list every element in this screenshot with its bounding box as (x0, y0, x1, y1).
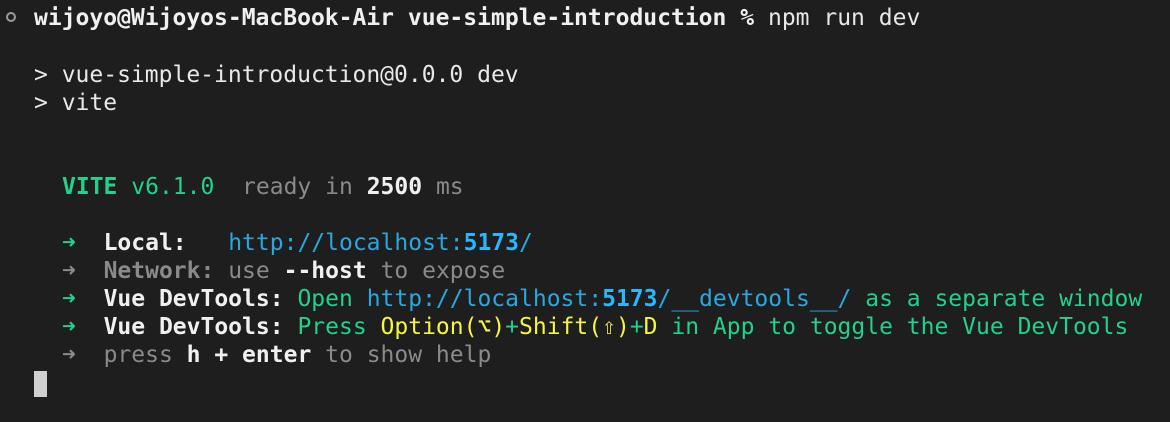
devtools-key-d: D (643, 314, 658, 340)
prompt-symbol: % (740, 5, 755, 31)
vite-version: v6.1.0 (131, 174, 215, 200)
help-keys: h + enter (186, 342, 312, 368)
vite-ready-ms: 2500 (366, 174, 423, 200)
prompt-command: npm run dev (767, 5, 921, 31)
prompt-user-host: wijoyo@Wijoyos-MacBook-Air (34, 5, 395, 31)
help-line: ➜ press h + enter to show help (62, 341, 491, 369)
arrow-icon: ➜ (62, 258, 76, 284)
arrow-icon: ➜ (62, 286, 76, 312)
prompt-status-icon (6, 12, 16, 22)
devtools-label: Vue DevTools: (103, 286, 284, 312)
network-text-2: to expose (380, 258, 506, 284)
vite-ms-unit: ms (435, 174, 464, 200)
prompt-line: wijoyo@Wijoyos-MacBook-Air vue-simple-in… (34, 4, 920, 32)
local-label: Local: (103, 230, 187, 256)
terminal-window[interactable]: wijoyo@Wijoyos-MacBook-Air vue-simple-in… (0, 0, 1170, 422)
help-rest: to show help (325, 342, 492, 368)
script-line-2: > vite (34, 90, 118, 116)
devtools-url[interactable]: http://localhost:5173/__devtools__/ (367, 286, 852, 312)
devtools-key-shift: Shift(⇧) (519, 314, 630, 340)
devtools-open-line: ➜ Vue DevTools: Open http://localhost:51… (62, 285, 1142, 313)
prompt-directory: vue-simple-introduction (407, 5, 727, 31)
arrow-icon: ➜ (62, 230, 76, 256)
vite-ready-text: ready in (242, 174, 353, 200)
devtools-open-text: Open (297, 286, 353, 312)
devtools-toggle-line: ➜ Vue DevTools: Press Option(⌥)+Shift(⇧)… (62, 314, 1129, 340)
vite-name: VITE (62, 174, 118, 200)
arrow-icon: ➜ (62, 342, 76, 368)
network-line: ➜ Network: use --host to expose (62, 257, 505, 285)
devtools-press-text: Press (297, 314, 367, 340)
network-label: Network: (103, 258, 215, 284)
devtools-open-rest: as a separate window (865, 286, 1143, 312)
script-line-1: > vue-simple-introduction@0.0.0 dev (34, 62, 519, 88)
terminal-cursor[interactable] (34, 371, 47, 397)
help-press: press (103, 342, 173, 368)
network-text-1: use (228, 258, 270, 284)
devtools-label: Vue DevTools: (103, 314, 284, 340)
devtools-toggle-rest: in App to toggle the Vue DevTools (671, 314, 1129, 340)
arrow-icon: ➜ (62, 314, 76, 340)
devtools-key-option: Option(⌥) (380, 314, 506, 340)
network-flag: --host (283, 258, 367, 284)
local-url[interactable]: http://localhost:5173/ (228, 230, 533, 256)
vite-ready-line: VITE v6.1.0 ready in 2500 ms (62, 173, 464, 201)
local-line: ➜ Local: http://localhost:5173/ (62, 229, 533, 257)
